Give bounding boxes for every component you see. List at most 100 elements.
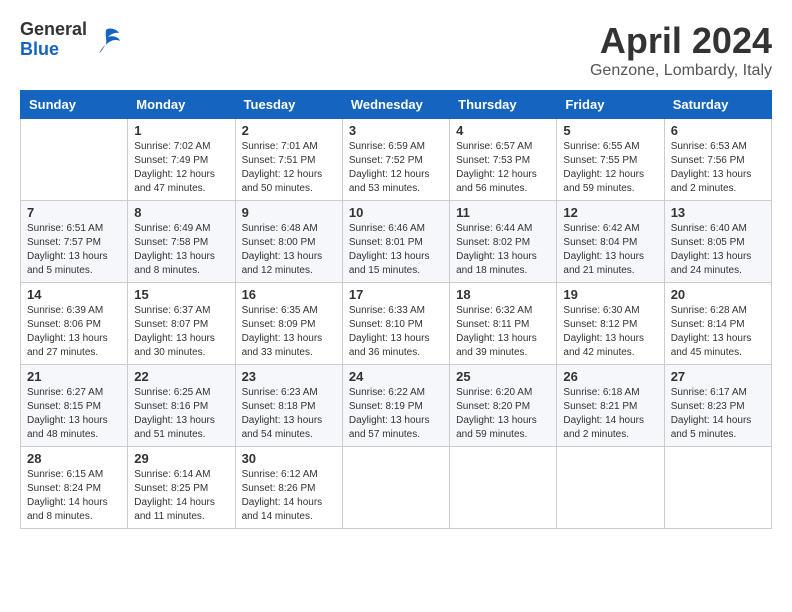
day-number: 10 [349,205,443,220]
calendar-cell: 27 Sunrise: 6:17 AM Sunset: 8:23 PM Dayli… [664,365,771,447]
day-number: 6 [671,123,765,138]
calendar-cell [664,447,771,529]
day-number: 25 [456,369,550,384]
day-info: Sunrise: 6:39 AM Sunset: 8:06 PM Dayligh… [27,304,121,360]
day-info: Sunrise: 6:55 AM Sunset: 7:55 PM Dayligh… [563,140,657,196]
day-info: Sunrise: 6:15 AM Sunset: 8:24 PM Dayligh… [27,468,121,524]
calendar-cell: 7Sunrise: 6:51 AM Sunset: 7:57 PM Daylig… [21,201,128,283]
calendar-cell: 15 Sunrise: 6:37 AM Sunset: 8:07 PM Dayli… [128,283,235,365]
calendar-cell [450,447,557,529]
day-info: Sunrise: 7:02 AM Sunset: 7:49 PM Dayligh… [134,140,228,196]
day-number: 18 [456,287,550,302]
week-row-2: 7Sunrise: 6:51 AM Sunset: 7:57 PM Daylig… [21,201,772,283]
calendar-cell: 29 Sunrise: 6:14 AM Sunset: 8:25 PM Dayli… [128,447,235,529]
day-info: Sunrise: 6:18 AM Sunset: 8:21 PM Dayligh… [563,386,657,442]
calendar-cell: 13 Sunrise: 6:40 AM Sunset: 8:05 PM Dayli… [664,201,771,283]
calendar-cell: 2Sunrise: 7:01 AM Sunset: 7:51 PM Daylig… [235,119,342,201]
day-info: Sunrise: 6:14 AM Sunset: 8:25 PM Dayligh… [134,468,228,524]
day-info: Sunrise: 6:42 AM Sunset: 8:04 PM Dayligh… [563,222,657,278]
calendar-cell [21,119,128,201]
month-title: April 2024 [590,20,772,62]
calendar-cell: 26 Sunrise: 6:18 AM Sunset: 8:21 PM Dayli… [557,365,664,447]
weekday-header-sunday: Sunday [21,91,128,119]
day-number: 7 [27,205,121,220]
day-info: Sunrise: 6:32 AM Sunset: 8:11 PM Dayligh… [456,304,550,360]
day-info: Sunrise: 6:22 AM Sunset: 8:19 PM Dayligh… [349,386,443,442]
day-info: Sunrise: 6:27 AM Sunset: 8:15 PM Dayligh… [27,386,121,442]
day-number: 17 [349,287,443,302]
calendar-table: SundayMondayTuesdayWednesdayThursdayFrid… [20,90,772,529]
day-number: 16 [242,287,336,302]
day-info: Sunrise: 6:23 AM Sunset: 8:18 PM Dayligh… [242,386,336,442]
weekday-header-row: SundayMondayTuesdayWednesdayThursdayFrid… [21,91,772,119]
day-number: 9 [242,205,336,220]
logo: General Blue [20,20,121,60]
day-number: 1 [134,123,228,138]
day-number: 30 [242,451,336,466]
day-info: Sunrise: 6:20 AM Sunset: 8:20 PM Dayligh… [456,386,550,442]
calendar-cell: 19 Sunrise: 6:30 AM Sunset: 8:12 PM Dayli… [557,283,664,365]
day-number: 19 [563,287,657,302]
calendar-cell: 16 Sunrise: 6:35 AM Sunset: 8:09 PM Dayli… [235,283,342,365]
day-number: 12 [563,205,657,220]
logo-bird-icon [91,25,121,55]
calendar-cell: 25 Sunrise: 6:20 AM Sunset: 8:20 PM Dayli… [450,365,557,447]
calendar-cell: 9Sunrise: 6:48 AM Sunset: 8:00 PM Daylig… [235,201,342,283]
day-number: 22 [134,369,228,384]
day-info: Sunrise: 6:28 AM Sunset: 8:14 PM Dayligh… [671,304,765,360]
day-info: Sunrise: 6:37 AM Sunset: 8:07 PM Dayligh… [134,304,228,360]
weekday-header-wednesday: Wednesday [342,91,449,119]
day-number: 21 [27,369,121,384]
day-info: Sunrise: 6:40 AM Sunset: 8:05 PM Dayligh… [671,222,765,278]
calendar-cell: 17 Sunrise: 6:33 AM Sunset: 8:10 PM Dayli… [342,283,449,365]
day-info: Sunrise: 6:53 AM Sunset: 7:56 PM Dayligh… [671,140,765,196]
day-info: Sunrise: 6:59 AM Sunset: 7:52 PM Dayligh… [349,140,443,196]
calendar-cell: 28 Sunrise: 6:15 AM Sunset: 8:24 PM Dayli… [21,447,128,529]
calendar-cell: 30 Sunrise: 6:12 AM Sunset: 8:26 PM Dayli… [235,447,342,529]
day-number: 14 [27,287,121,302]
weekday-header-thursday: Thursday [450,91,557,119]
day-info: Sunrise: 6:30 AM Sunset: 8:12 PM Dayligh… [563,304,657,360]
calendar-cell: 14 Sunrise: 6:39 AM Sunset: 8:06 PM Dayli… [21,283,128,365]
weekday-header-monday: Monday [128,91,235,119]
calendar-cell [557,447,664,529]
calendar-cell: 6 Sunrise: 6:53 AM Sunset: 7:56 PM Daylig… [664,119,771,201]
day-number: 13 [671,205,765,220]
week-row-1: 1 Sunrise: 7:02 AM Sunset: 7:49 PM Daylig… [21,119,772,201]
day-number: 28 [27,451,121,466]
logo-general: General [20,20,87,40]
day-number: 8 [134,205,228,220]
calendar-cell: 10Sunrise: 6:46 AM Sunset: 8:01 PM Dayli… [342,201,449,283]
day-number: 24 [349,369,443,384]
week-row-3: 14 Sunrise: 6:39 AM Sunset: 8:06 PM Dayli… [21,283,772,365]
day-info: Sunrise: 6:44 AM Sunset: 8:02 PM Dayligh… [456,222,550,278]
day-number: 27 [671,369,765,384]
day-number: 23 [242,369,336,384]
calendar-cell: 3 Sunrise: 6:59 AM Sunset: 7:52 PM Daylig… [342,119,449,201]
calendar-cell: 8 Sunrise: 6:49 AM Sunset: 7:58 PM Daylig… [128,201,235,283]
logo-blue: Blue [20,40,87,60]
calendar-cell [342,447,449,529]
title-area: April 2024 Genzone, Lombardy, Italy [590,20,772,80]
day-info: Sunrise: 6:33 AM Sunset: 8:10 PM Dayligh… [349,304,443,360]
day-info: Sunrise: 6:49 AM Sunset: 7:58 PM Dayligh… [134,222,228,278]
day-number: 3 [349,123,443,138]
day-info: Sunrise: 6:17 AM Sunset: 8:23 PM Dayligh… [671,386,765,442]
day-info: Sunrise: 6:35 AM Sunset: 8:09 PM Dayligh… [242,304,336,360]
calendar-cell: 18 Sunrise: 6:32 AM Sunset: 8:11 PM Dayli… [450,283,557,365]
day-info: Sunrise: 6:12 AM Sunset: 8:26 PM Dayligh… [242,468,336,524]
day-info: Sunrise: 6:57 AM Sunset: 7:53 PM Dayligh… [456,140,550,196]
day-number: 11 [456,205,550,220]
day-number: 29 [134,451,228,466]
weekday-header-saturday: Saturday [664,91,771,119]
calendar-cell: 11 Sunrise: 6:44 AM Sunset: 8:02 PM Dayli… [450,201,557,283]
day-number: 26 [563,369,657,384]
calendar-cell: 12 Sunrise: 6:42 AM Sunset: 8:04 PM Dayli… [557,201,664,283]
day-number: 15 [134,287,228,302]
calendar-cell: 22Sunrise: 6:25 AM Sunset: 8:16 PM Dayli… [128,365,235,447]
day-number: 4 [456,123,550,138]
day-number: 20 [671,287,765,302]
calendar-cell: 20 Sunrise: 6:28 AM Sunset: 8:14 PM Dayli… [664,283,771,365]
day-number: 5 [563,123,657,138]
week-row-4: 21 Sunrise: 6:27 AM Sunset: 8:15 PM Dayli… [21,365,772,447]
